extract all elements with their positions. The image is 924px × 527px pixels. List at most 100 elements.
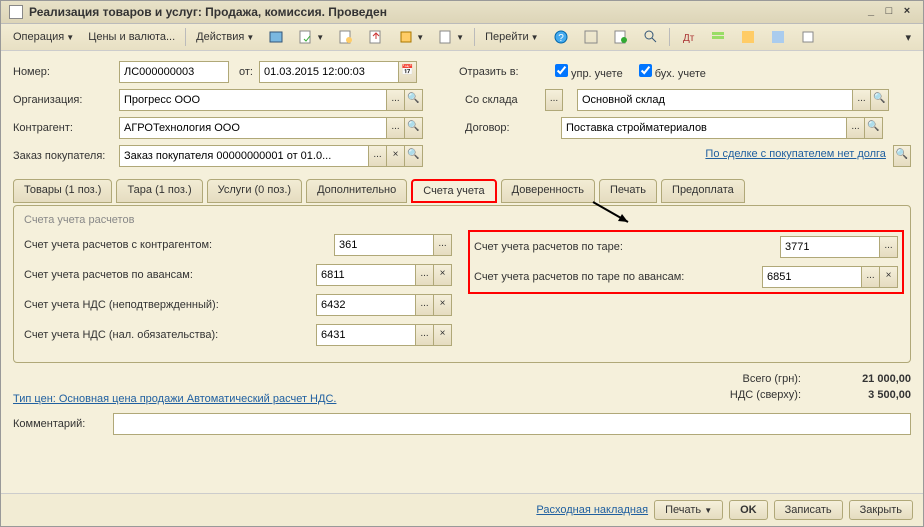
titlebar: Реализация товаров и услуг: Продажа, ком… <box>1 1 923 24</box>
toolbar-icon-4[interactable] <box>362 27 390 47</box>
deal-lookup-button[interactable]: 🔍 <box>893 145 911 167</box>
from-label: от: <box>239 66 253 78</box>
acc-vat-unconf-clear[interactable]: × <box>434 294 452 316</box>
maximize-button[interactable]: □ <box>881 5 897 19</box>
tab-accounts[interactable]: Счета учета <box>411 179 496 203</box>
toolbar-icon-1[interactable] <box>262 27 290 47</box>
tab-prepay[interactable]: Предоплата <box>661 179 745 203</box>
close-button[interactable]: × <box>899 5 915 19</box>
acc-tare-adv-select[interactable]: ... <box>862 266 880 288</box>
warehouse-select-button[interactable]: ... <box>853 89 871 111</box>
org-label: Организация: <box>13 94 113 106</box>
total-label: Всего (грн): <box>743 373 802 385</box>
acc-tare-adv-input[interactable] <box>762 266 862 288</box>
acc-contractor-select[interactable]: ... <box>434 234 452 256</box>
tab-attorney[interactable]: Доверенность <box>501 179 595 203</box>
order-input[interactable] <box>119 145 369 167</box>
contract-select-button[interactable]: ... <box>847 117 865 139</box>
bottom-bar: Расходная накладная Печать ▼ OK Записать… <box>1 493 923 526</box>
org-select-button[interactable]: ... <box>387 89 405 111</box>
acc-vat-unconf-label: Счет учета НДС (неподтвержденный): <box>24 299 316 311</box>
svg-text:?: ? <box>558 33 564 44</box>
toolbar-icon-6[interactable]: ▼ <box>432 27 470 47</box>
close-window-button[interactable]: Закрыть <box>849 500 913 520</box>
tabs: Товары (1 поз.) Тара (1 поз.) Услуги (0 … <box>13 179 911 203</box>
order-lookup-button[interactable]: 🔍 <box>405 145 423 167</box>
accounts-panel: Счета учета расчетов Счет учета расчетов… <box>13 205 911 363</box>
actions-menu[interactable]: Действия ▼ <box>190 29 260 45</box>
window-title: Реализация товаров и услуг: Продажа, ком… <box>29 5 863 19</box>
calendar-icon[interactable]: 📅 <box>399 61 417 83</box>
contractor-label: Контрагент: <box>13 122 113 134</box>
warehouse-input[interactable] <box>577 89 853 111</box>
contract-input[interactable] <box>561 117 847 139</box>
acc-tare-input[interactable] <box>780 236 880 258</box>
order-select-button[interactable]: ... <box>369 145 387 167</box>
acc-advance-clear[interactable]: × <box>434 264 452 286</box>
print-button[interactable]: Печать ▼ <box>654 500 723 520</box>
acc-checkbox[interactable]: бух. учете <box>639 64 706 80</box>
acc-vat-unconf-input[interactable] <box>316 294 416 316</box>
order-clear-button[interactable]: × <box>387 145 405 167</box>
mgmt-checkbox[interactable]: упр. учете <box>555 64 623 80</box>
tab-goods[interactable]: Товары (1 поз.) <box>13 179 112 203</box>
tab-services[interactable]: Услуги (0 поз.) <box>207 179 302 203</box>
help-icon[interactable]: ? <box>547 27 575 47</box>
acc-vat-tax-input[interactable] <box>316 324 416 346</box>
contract-lookup-button[interactable]: 🔍 <box>865 117 883 139</box>
toolbar: Операция ▼ Цены и валюта... Действия ▼ ▼… <box>1 24 923 51</box>
operation-menu[interactable]: Операция ▼ <box>7 29 80 45</box>
contract-label: Договор: <box>465 122 555 134</box>
toolbar-icon-12[interactable] <box>734 27 762 47</box>
org-input[interactable] <box>119 89 387 111</box>
acc-vat-unconf-select[interactable]: ... <box>416 294 434 316</box>
number-input[interactable] <box>119 61 229 83</box>
toolbar-icon-10[interactable]: Дт <box>674 27 702 47</box>
goto-menu[interactable]: Перейти ▼ <box>479 29 545 45</box>
toolbar-icon-14[interactable] <box>794 27 822 47</box>
org-lookup-button[interactable]: 🔍 <box>405 89 423 111</box>
comment-label: Комментарий: <box>13 418 113 430</box>
price-info-link[interactable]: Тип цен: Основная цена продажи Автоматич… <box>13 393 336 405</box>
svg-text:Дт: Дт <box>683 33 695 44</box>
comment-input[interactable] <box>113 413 911 435</box>
toolbar-icon-9[interactable] <box>637 27 665 47</box>
toolbar-icon-7[interactable] <box>577 27 605 47</box>
order-label: Заказ покупателя: <box>13 150 113 162</box>
warehouse-lookup-button[interactable]: 🔍 <box>871 89 889 111</box>
vat-label: НДС (сверху): <box>730 389 801 401</box>
tab-tare[interactable]: Тара (1 поз.) <box>116 179 202 203</box>
contractor-lookup-button[interactable]: 🔍 <box>405 117 423 139</box>
toolbar-icon-11[interactable] <box>704 27 732 47</box>
ok-button[interactable]: OK <box>729 500 768 520</box>
toolbar-icon-13[interactable] <box>764 27 792 47</box>
acc-tare-label: Счет учета расчетов по таре: <box>474 241 780 253</box>
toolbar-icon-2[interactable]: ▼ <box>292 27 330 47</box>
acc-advance-input[interactable] <box>316 264 416 286</box>
minimize-button[interactable]: _ <box>863 5 879 19</box>
save-button[interactable]: Записать <box>774 500 843 520</box>
acc-tare-adv-clear[interactable]: × <box>880 266 898 288</box>
contractor-select-button[interactable]: ... <box>387 117 405 139</box>
acc-contractor-input[interactable] <box>334 234 434 256</box>
acc-tare-select[interactable]: ... <box>880 236 898 258</box>
total-value: 21 000,00 <box>831 373 911 385</box>
toolbar-icon-5[interactable]: ▼ <box>392 27 430 47</box>
deal-link[interactable]: По сделке с покупателем нет долга <box>705 148 886 160</box>
prices-button[interactable]: Цены и валюта... <box>82 29 181 45</box>
toolbar-icon-3[interactable] <box>332 27 360 47</box>
toolbar-icon-8[interactable] <box>607 27 635 47</box>
tab-extra[interactable]: Дополнительно <box>306 179 407 203</box>
acc-advance-select[interactable]: ... <box>416 264 434 286</box>
contractor-input[interactable] <box>119 117 387 139</box>
acc-tare-adv-label: Счет учета расчетов по таре по авансам: <box>474 271 762 283</box>
invoice-link[interactable]: Расходная накладная <box>536 504 648 516</box>
toolbar-more-icon[interactable]: ▾ <box>899 29 917 46</box>
acc-vat-tax-select[interactable]: ... <box>416 324 434 346</box>
date-input[interactable] <box>259 61 399 83</box>
tare-accounts-highlight: Счет учета расчетов по таре: ... Счет уч… <box>468 230 904 294</box>
tab-print[interactable]: Печать <box>599 179 657 203</box>
acc-vat-tax-clear[interactable]: × <box>434 324 452 346</box>
reflect-label: Отразить в: <box>459 66 549 78</box>
warehouse-type-button[interactable]: ... <box>545 89 563 111</box>
